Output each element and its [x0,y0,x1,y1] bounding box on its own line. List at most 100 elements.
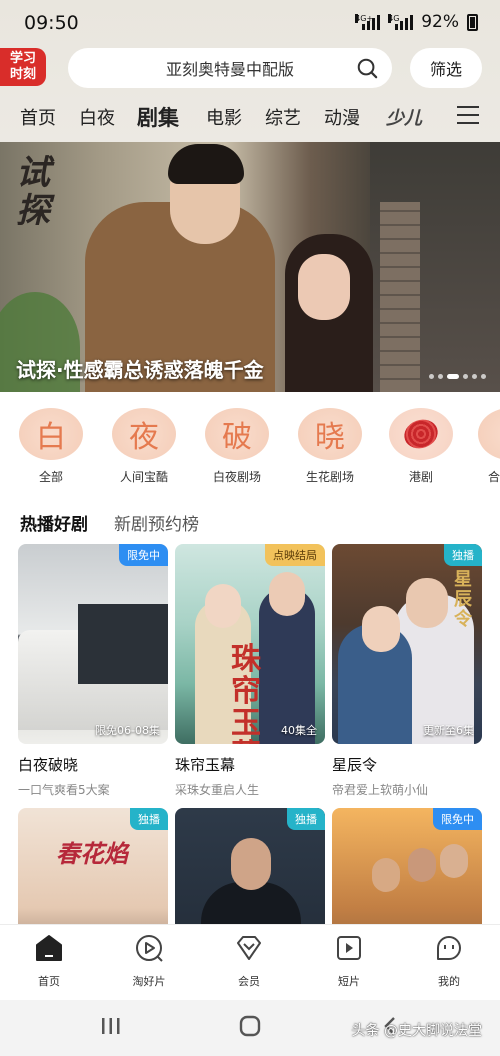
banner-caption: 试探·性感霸总诱惑落魄千金 [16,358,264,382]
category-shenghua-theater[interactable]: 晓 生花剧场 [295,408,365,485]
category-label: 全部 [38,470,63,484]
search-placeholder: 亚刻奥特曼中配版 [165,60,294,79]
poster-image: 星辰令 独播 更新至6集 [332,544,482,744]
poster-face [408,848,436,882]
tab-kids[interactable]: 少儿 [386,104,422,130]
section-tab-hot[interactable]: 热播好剧 [20,510,88,535]
poster-face [372,858,400,892]
category-glyph: 白 [19,408,83,460]
category-glyph: 破 [205,408,269,460]
poster-face [205,584,241,628]
category-baiye-theater[interactable]: 破 白夜剧场 [202,408,272,485]
bottom-tab-vip[interactable]: 会员 [214,933,284,989]
status-icons: 4G+ 4G 92% [355,12,478,32]
drama-card[interactable]: 独播 [175,808,325,924]
pagination-dot[interactable] [463,374,468,379]
profile-icon [437,936,461,960]
badge: 点映结局 [265,544,325,566]
search-icon[interactable] [356,57,378,79]
badge: 独播 [444,544,482,566]
poster-title-art: 珠帘玉幕 [231,642,261,745]
banner-brick [380,202,420,392]
battery-icon [467,13,478,31]
category-partial[interactable]: 合 [478,408,500,485]
category-hk-drama[interactable]: 港剧 [386,408,456,485]
pagination-dot[interactable] [481,374,486,379]
drama-card[interactable]: 珠帘玉幕 点映结局 40集全 珠帘玉幕 采珠女重启人生 [175,544,325,798]
recent-apps-icon[interactable] [100,1016,122,1036]
tab-movies[interactable]: 电影 [206,104,242,130]
battery-text: 92% [421,12,459,32]
short-video-icon [337,936,361,960]
tab-label: 首页 [38,975,60,988]
category-label: 白夜剧场 [212,470,261,484]
system-nav-bar: 头条 @史大脚说法堂 [0,1000,500,1056]
bottom-tab-bar: 首页 淘好片 会员 短片 我的 [0,924,500,1000]
episode-info: 限免06-08集 [95,724,160,737]
poster-face [406,578,448,628]
poster-title-art: 星辰令 [454,569,472,630]
bottom-tab-home[interactable]: 首页 [14,933,84,989]
tab-label: 会员 [238,975,260,988]
poster-image: 限免中 [332,808,482,924]
signal-icon: 4G+ [355,14,381,30]
category-all[interactable]: 白 全部 [16,408,86,485]
drama-card[interactable]: 限免中 [332,808,482,924]
bottom-tab-profile[interactable]: 我的 [414,933,484,989]
category-label: 合 [488,470,500,484]
category-label: 生花剧场 [305,470,354,484]
category-label: 港剧 [408,470,433,484]
channel-tabs: 首页 白夜 剧集 电影 综艺 动漫 少儿 [0,96,500,138]
tab-baiye[interactable]: 白夜 [79,104,115,130]
bottom-tab-discover[interactable]: 淘好片 [114,933,184,989]
drama-title: 珠帘玉幕 [175,756,236,774]
tab-home[interactable]: 首页 [20,104,56,130]
poster-image: 春花焰 独播 [18,808,168,924]
logo-line1: 学习 [9,51,36,66]
tab-anime[interactable]: 动漫 [324,104,360,130]
status-bar: 09:50 4G+ 4G 92% [0,0,500,46]
pagination-dot[interactable] [438,374,443,379]
hero-banner[interactable]: 试探 试探·性感霸总诱惑落魄千金 [0,142,500,392]
pagination-dot[interactable] [472,374,477,379]
content-panel: 白 全部 夜 人间宝酷 破 白夜剧场 晓 生花剧场 港剧 合 热播好剧 新剧预约… [0,392,500,924]
badge: 独播 [130,808,168,830]
tab-variety[interactable]: 综艺 [265,104,301,130]
poster-face [269,572,305,616]
search-input[interactable]: 亚刻奥特曼中配版 [68,48,392,88]
status-time: 09:50 [24,12,79,34]
search-row: 学习 时刻 亚刻奥特曼中配版 筛选 [0,46,500,90]
pagination-dot[interactable] [447,374,459,379]
menu-icon[interactable] [457,106,479,126]
app-logo[interactable]: 学习 时刻 [0,48,46,86]
tab-label: 我的 [438,975,460,988]
drama-card[interactable]: 星辰令 独播 更新至6集 星辰令 帝君爱上软萌小仙 [332,544,482,798]
banner-pagination [429,374,486,379]
signal-icon-2: 4G [388,14,414,30]
badge: 限免中 [433,808,482,830]
banner-actor-hair [168,144,244,184]
section-tab-upcoming[interactable]: 新剧预约榜 [114,510,199,535]
logo-line2: 时刻 [9,67,36,82]
pagination-dot[interactable] [429,374,434,379]
poster-image: 独播 [175,808,325,924]
poster-image: 珠帘玉幕 点映结局 40集全 [175,544,325,744]
banner-title-calligraphy: 试探 [16,153,50,231]
category-label: 人间宝酷 [119,470,168,484]
category-seal-icon [389,408,453,460]
home-button-icon[interactable] [239,1015,261,1037]
drama-subtitle: 帝君爱上软萌小仙 [332,783,429,797]
drama-card[interactable]: 限免中 限免06-08集 白夜破晓 一口气爽看5大案 [18,544,168,798]
watermark: 头条 @史大脚说法堂 [351,1023,482,1039]
category-glyph [478,408,500,460]
tab-series[interactable]: 剧集 [137,102,179,132]
category-row: 白 全部 夜 人间宝酷 破 白夜剧场 晓 生花剧场 港剧 合 [0,408,500,488]
vip-diamond-icon [237,936,261,960]
poster-window [78,604,168,684]
drama-title: 星辰令 [332,756,378,774]
category-renjian[interactable]: 夜 人间宝酷 [109,408,179,485]
bottom-tab-shorts[interactable]: 短片 [314,933,384,989]
poster-face [231,838,271,890]
drama-card[interactable]: 春花焰 独播 [18,808,168,924]
filter-button[interactable]: 筛选 [410,48,482,88]
